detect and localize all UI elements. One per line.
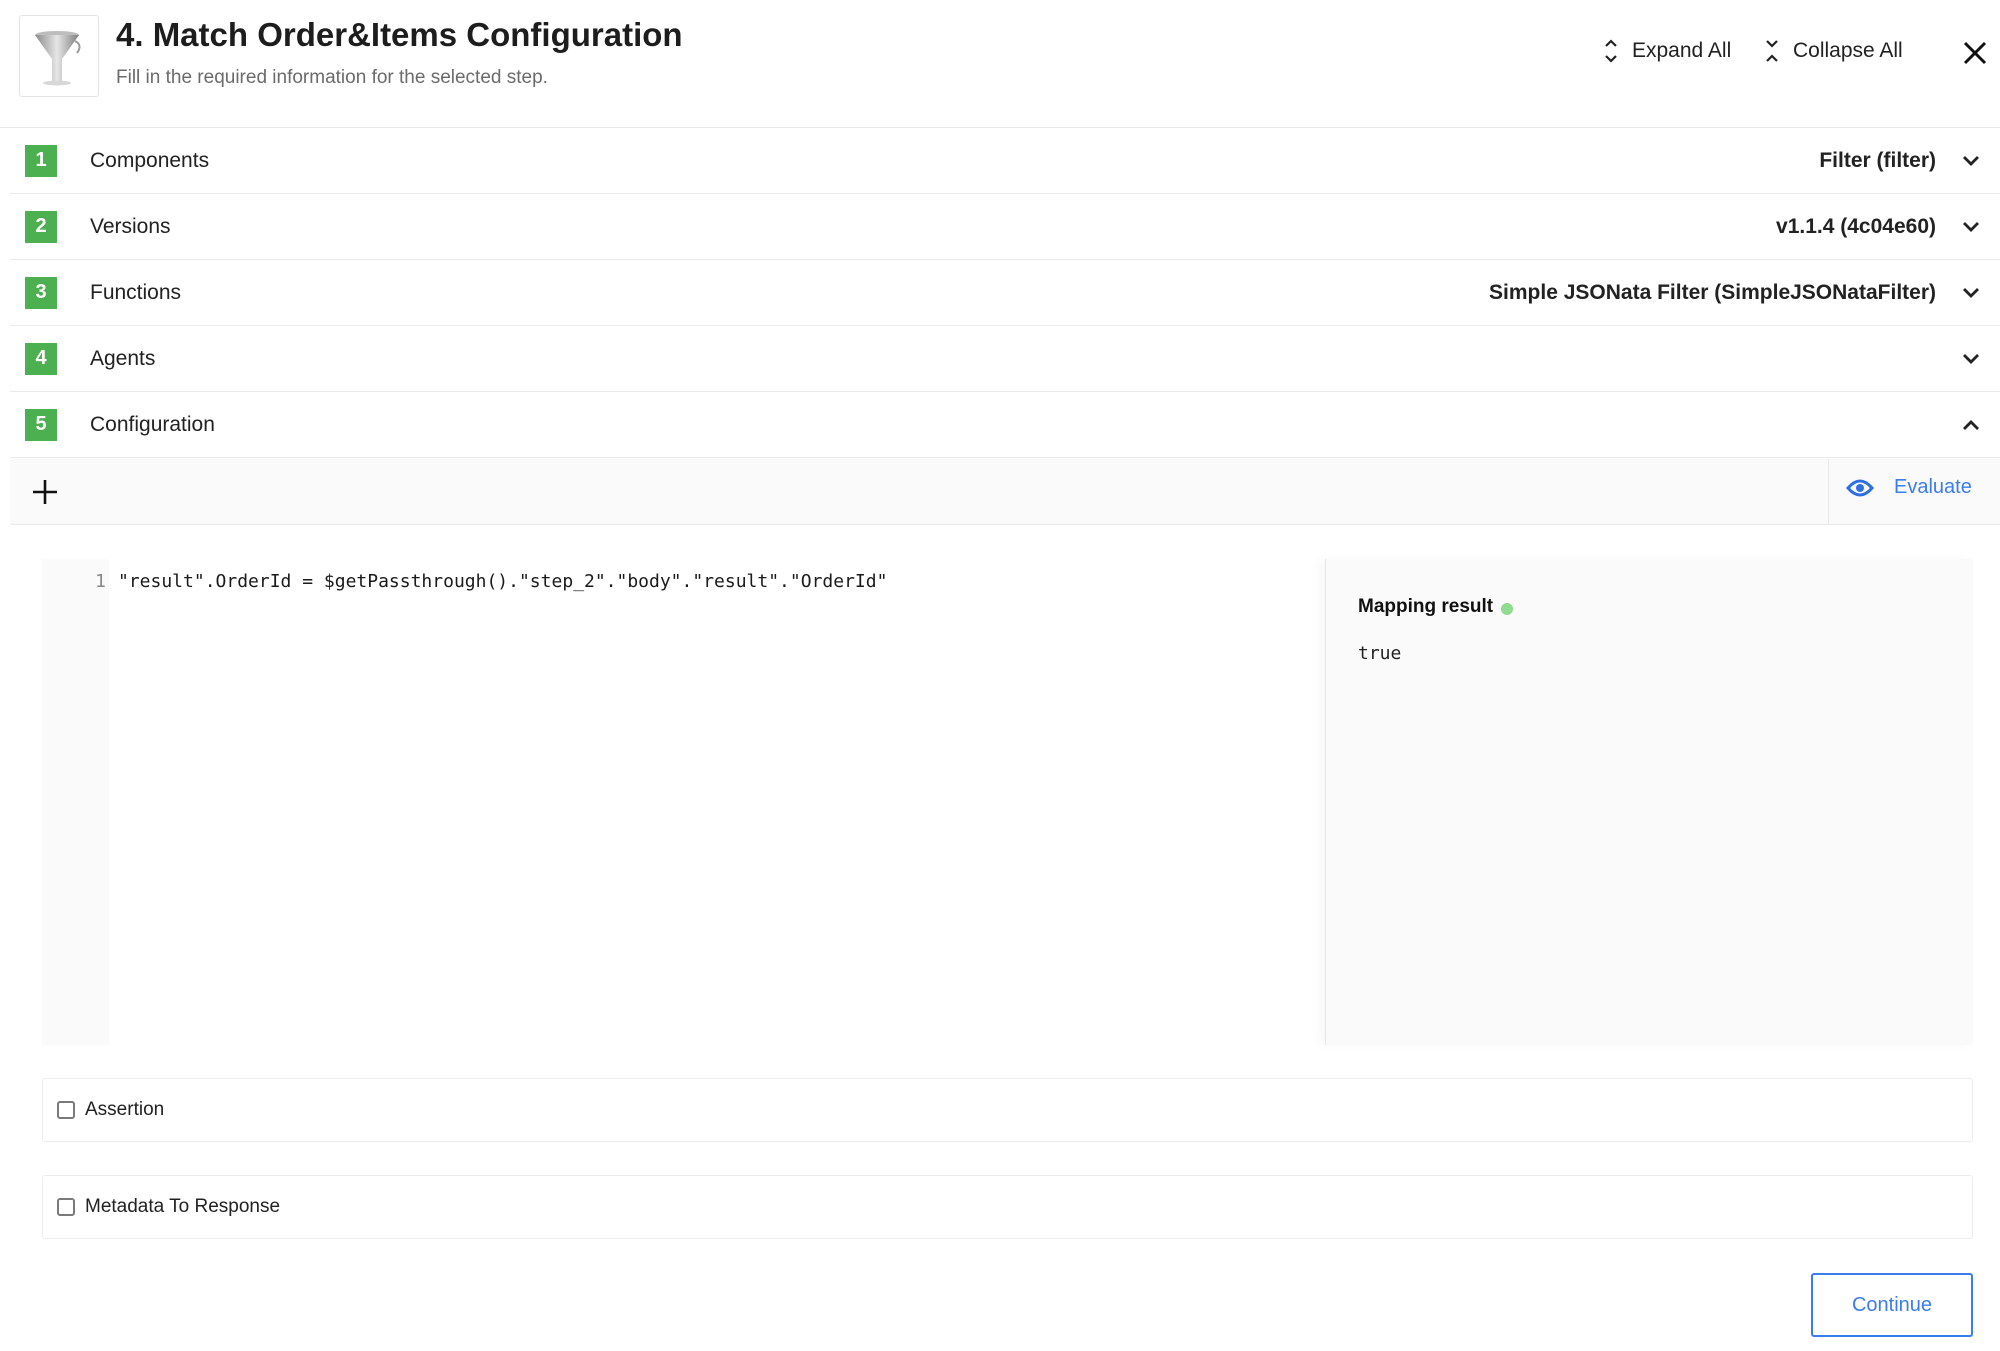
evaluate-button[interactable]: Evaluate [1846, 476, 1972, 499]
step-icon [19, 15, 99, 97]
assertion-option: Assertion [42, 1078, 1973, 1142]
step-badge: 3 [25, 276, 57, 309]
evaluate-label: Evaluate [1894, 476, 1972, 498]
step-badge: 2 [25, 210, 57, 243]
assertion-checkbox[interactable] [57, 1101, 75, 1119]
chevron-down-icon[interactable] [1960, 348, 1982, 370]
configuration-toolbar: Evaluate [10, 459, 2000, 525]
collapse-all-label: Collapse All [1793, 39, 1903, 62]
chevron-down-icon[interactable] [1960, 282, 1982, 304]
metadata-to-response-label[interactable]: Metadata To Response [85, 1196, 280, 1218]
funnel-icon [35, 31, 81, 86]
metadata-to-response-checkbox[interactable] [57, 1198, 75, 1216]
step-row-functions[interactable]: 3 Functions Simple JSONata Filter (Simpl… [10, 260, 2000, 326]
step-row-components[interactable]: 1 Components Filter (filter) [10, 128, 2000, 194]
mapping-result-title: Mapping result [1358, 596, 1494, 617]
status-dot-icon [1501, 603, 1514, 615]
step-badge: 1 [25, 144, 57, 177]
step-label: Configuration [90, 412, 215, 436]
step-row-versions[interactable]: 2 Versions v1.1.4 (4c04e60) [10, 194, 2000, 260]
collapse-all-button[interactable]: Collapse All [1765, 38, 1903, 64]
mapping-result-header: Mapping result [1358, 596, 1514, 618]
step-row-configuration[interactable]: 5 Configuration [10, 392, 2000, 458]
continue-button[interactable]: Continue [1811, 1273, 1973, 1337]
expand-all-button[interactable]: Expand All [1604, 38, 1731, 64]
collapse-icon [1766, 40, 1778, 62]
toolbar-divider [1828, 459, 1829, 525]
step-badge: 5 [25, 408, 57, 441]
code-line[interactable]: "result".OrderId = $getPassthrough()."st… [118, 571, 887, 592]
step-label: Functions [90, 280, 182, 304]
chevron-up-icon[interactable] [1960, 414, 1982, 436]
step-row-agents[interactable]: 4 Agents [10, 326, 2000, 392]
close-icon [1963, 41, 1987, 65]
code-editor[interactable]: 1 "result".OrderId = $getPassthrough()."… [42, 559, 1325, 1045]
chevron-down-icon[interactable] [1960, 216, 1982, 238]
add-button[interactable] [28, 475, 62, 509]
expand-all-label: Expand All [1632, 39, 1732, 62]
mapping-result-panel: Mapping result true [1325, 559, 1973, 1045]
step-label: Versions [90, 214, 171, 238]
step-value: Filter (filter) [1819, 148, 1936, 172]
chevron-down-icon[interactable] [1960, 150, 1982, 172]
close-button[interactable] [1960, 36, 1990, 70]
step-value: v1.1.4 (4c04e60) [1776, 214, 1936, 238]
assertion-label[interactable]: Assertion [85, 1099, 164, 1121]
expand-icon [1605, 39, 1617, 63]
plus-icon [33, 480, 57, 504]
step-label: Agents [90, 346, 156, 370]
eye-icon [1846, 479, 1874, 496]
line-number: 1 [95, 571, 106, 592]
step-value: Simple JSONata Filter (SimpleJSONataFilt… [1489, 280, 1936, 304]
step-badge: 4 [25, 342, 57, 375]
line-gutter: 1 [42, 559, 109, 1045]
page-title: 4. Match Order&Items Configuration [116, 16, 683, 53]
page-subtitle: Fill in the required information for the… [116, 67, 548, 88]
step-label: Components [90, 148, 210, 172]
metadata-option: Metadata To Response [42, 1175, 1973, 1239]
mapping-result-value: true [1358, 643, 1402, 664]
